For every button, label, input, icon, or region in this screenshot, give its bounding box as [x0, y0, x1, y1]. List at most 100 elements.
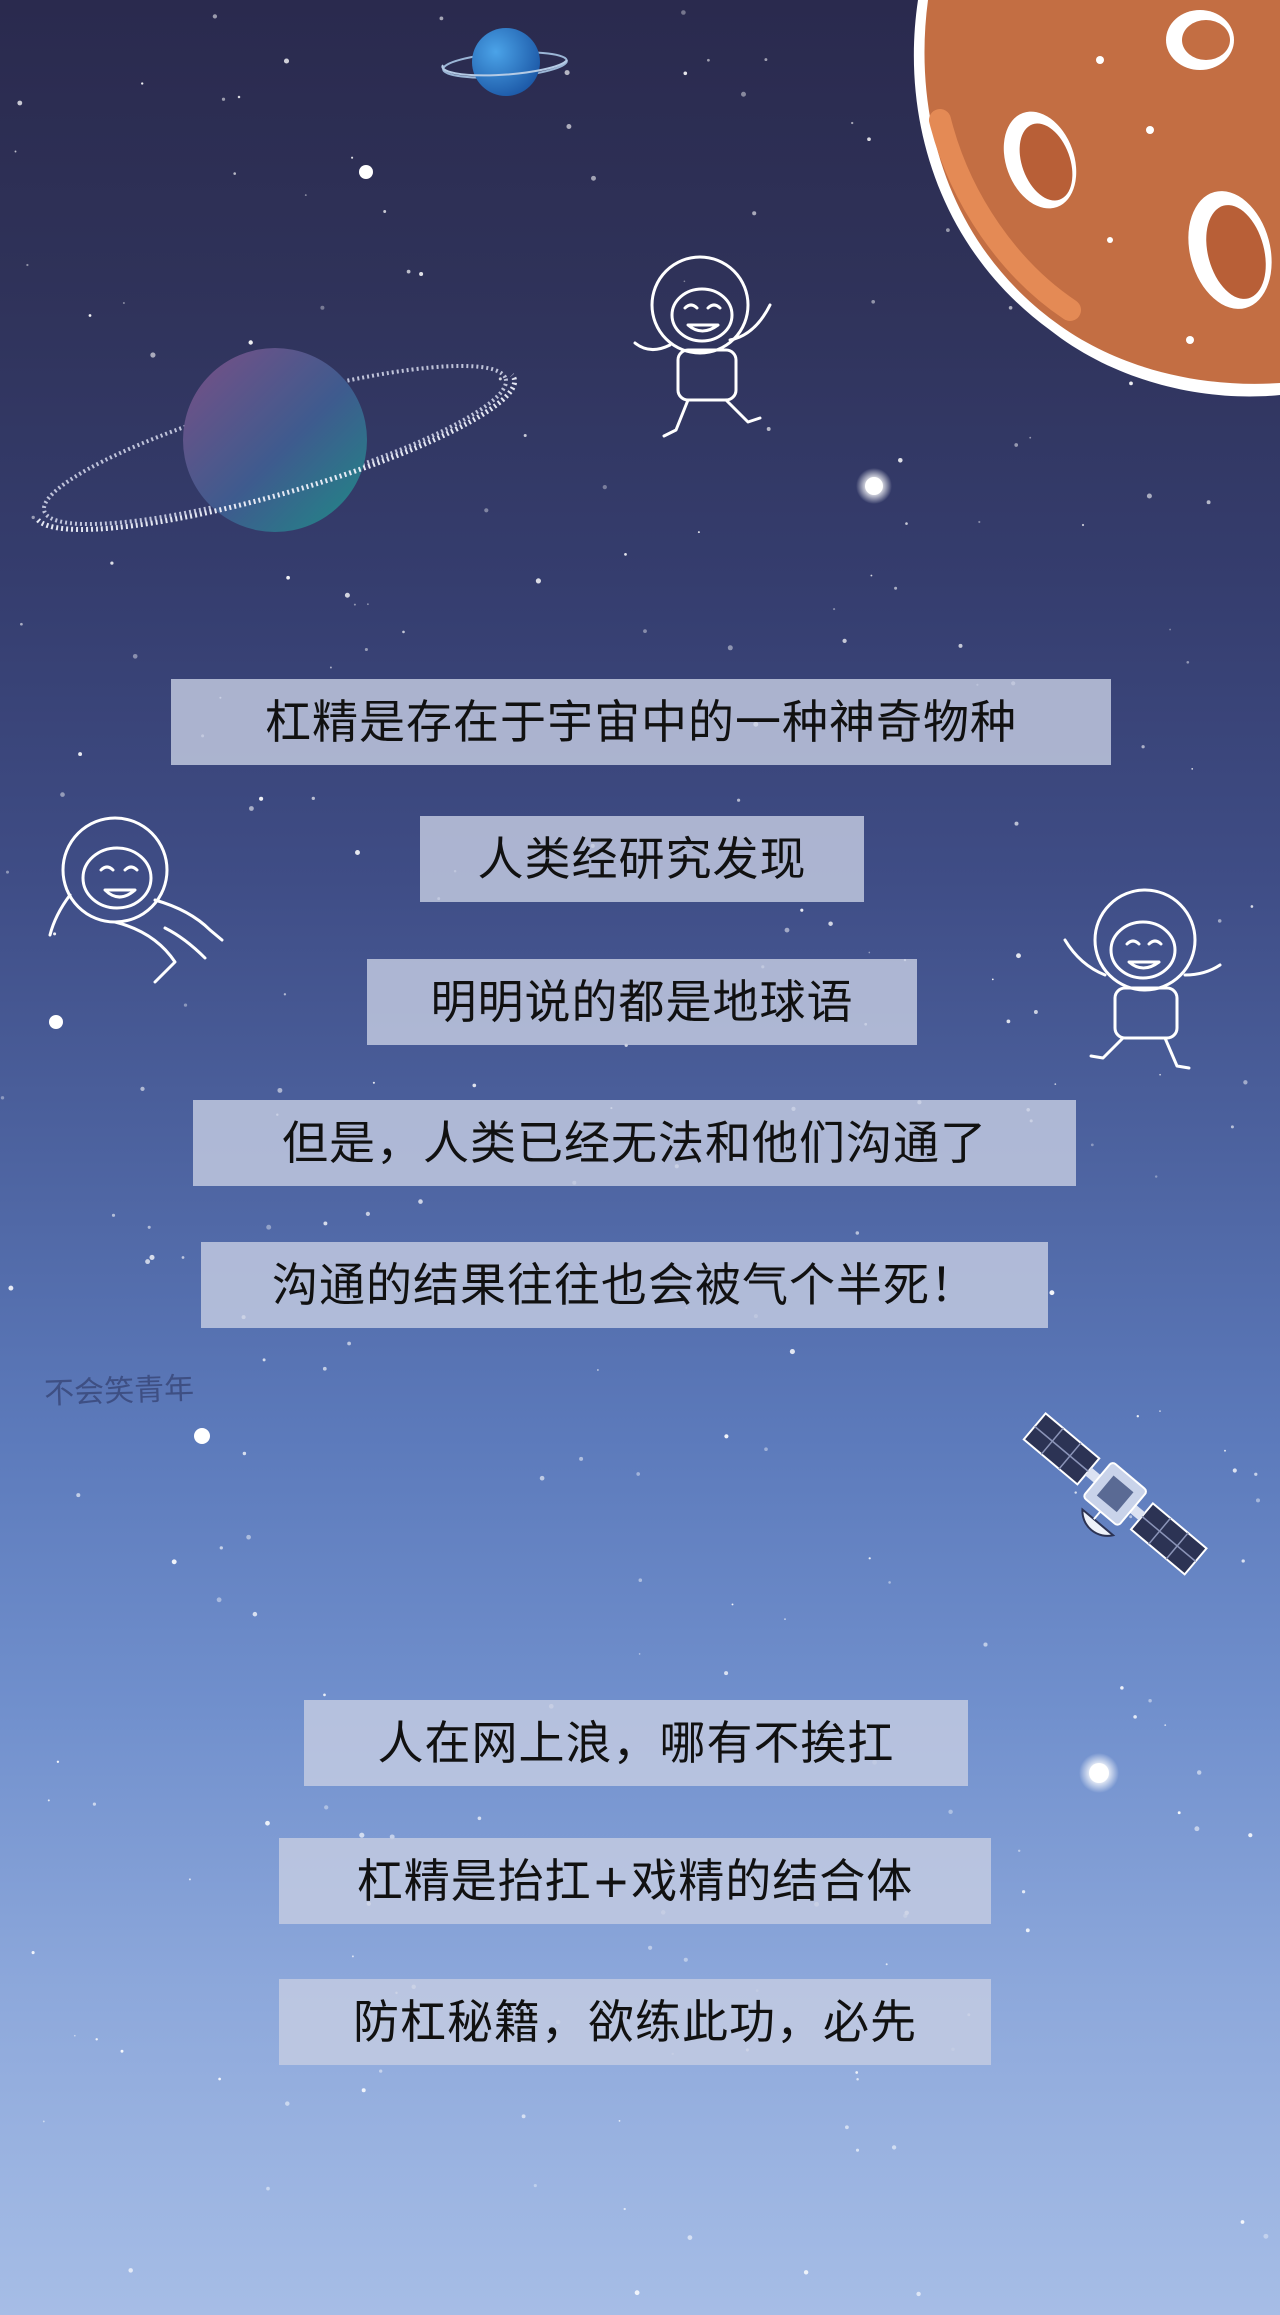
- star-dot: [1254, 1472, 1258, 1476]
- star-dot: [122, 301, 125, 305]
- star-dot: [737, 798, 741, 802]
- star-dot: [266, 1224, 272, 1230]
- star-dot: [624, 553, 627, 556]
- star-dot: [246, 1534, 251, 1540]
- star-dot: [1169, 628, 1172, 631]
- star-dot: [643, 629, 647, 633]
- star-dot: [262, 1358, 266, 1362]
- star-dot: [1248, 1833, 1253, 1838]
- orange-planet-icon: [913, 0, 1280, 397]
- blue-planet-icon: [441, 28, 568, 96]
- star-dot: [237, 95, 241, 99]
- star-dot: [351, 1955, 354, 1958]
- caption-7: 杠精是抬扛+戏精的结合体: [279, 1838, 991, 1924]
- star-dot: [183, 1003, 188, 1007]
- star-dot: [31, 1951, 35, 1955]
- star-dot: [0, 1096, 5, 1100]
- star-dot: [636, 1472, 641, 1476]
- star-dot: [128, 2268, 133, 2273]
- star-dot: [379, 2069, 383, 2073]
- star-dot: [181, 1256, 185, 1259]
- star-dot: [110, 561, 114, 565]
- star-dot: [888, 1581, 891, 1584]
- star-dot: [1164, 1724, 1167, 1726]
- star-dot: [784, 927, 790, 933]
- star-dot: [265, 1820, 270, 1826]
- star-dot: [372, 1081, 375, 1084]
- star-dot: [683, 71, 688, 76]
- caption-1: 杠精是存在于宇宙中的一种神奇物种: [171, 679, 1111, 765]
- star-dot: [681, 10, 686, 15]
- star-dot: [521, 2114, 526, 2119]
- star-dot: [623, 2207, 626, 2211]
- star-dot: [867, 137, 871, 142]
- star-dot: [320, 305, 325, 310]
- star-dot: [171, 1559, 177, 1565]
- star-dot: [870, 574, 873, 577]
- star-dot: [323, 1221, 328, 1226]
- star-dot: [1263, 2233, 1269, 2239]
- caption-2: 人类经研究发现: [420, 816, 864, 902]
- star-dot: [472, 1083, 477, 1088]
- star-dot: [533, 2184, 537, 2188]
- star-dot: [111, 1213, 116, 1217]
- star-dot: [359, 1832, 365, 1838]
- star-dot: [535, 578, 541, 584]
- star-dot: [6, 870, 9, 874]
- star-dot: [324, 1805, 329, 1810]
- star-dot: [1250, 905, 1254, 908]
- star-dot: [1025, 1928, 1030, 1933]
- star-dot: [149, 1254, 155, 1260]
- star-dot: [591, 175, 596, 181]
- star-dot: [402, 630, 405, 634]
- satellite-icon: [1022, 1411, 1208, 1576]
- star-dot: [618, 2120, 621, 2122]
- star-dot: [1016, 953, 1021, 959]
- star-dot: [885, 1963, 888, 1966]
- star-dot: [855, 2071, 859, 2074]
- star-dot: [727, 645, 733, 651]
- astronaut-icon: [1063, 888, 1222, 1070]
- star-dot: [697, 531, 700, 534]
- star-dot: [42, 2120, 45, 2123]
- star-dot: [219, 1546, 223, 1550]
- star-dot: [323, 1693, 326, 1697]
- star-dot: [419, 271, 424, 277]
- star-dot: [1177, 1811, 1181, 1815]
- star-dot: [216, 1597, 222, 1603]
- star-dot: [56, 1760, 60, 1763]
- watermark: 不会笑青年: [43, 1371, 195, 1412]
- star-dot: [311, 796, 315, 801]
- star-dot: [351, 156, 354, 159]
- star-dot: [347, 1341, 351, 1346]
- star-dot: [14, 150, 17, 153]
- star-dot: [1133, 1715, 1137, 1719]
- star-dot: [1017, 1849, 1021, 1853]
- star-dot: [845, 2125, 849, 2130]
- star-dot: [140, 1086, 145, 1092]
- star-dot: [1243, 1080, 1248, 1085]
- star-dot: [784, 1618, 786, 1620]
- star-dot: [898, 458, 903, 463]
- star-dot: [76, 1493, 81, 1498]
- star-dot: [1029, 436, 1032, 439]
- star-dot: [789, 1349, 795, 1355]
- caption-3: 明明说的都是地球语: [367, 959, 917, 1045]
- star-dot: [1241, 1559, 1245, 1563]
- star-dot: [1186, 660, 1190, 664]
- star-dot: [1148, 1698, 1152, 1703]
- star-dot: [1206, 500, 1211, 505]
- star-dot: [233, 172, 236, 175]
- star-dot: [978, 520, 981, 524]
- star-dot: [266, 2186, 270, 2191]
- star-dot: [1006, 1019, 1011, 1024]
- star-dot: [566, 124, 572, 129]
- star-dot: [1194, 1826, 1200, 1832]
- star-dot: [579, 1456, 584, 1461]
- star-dot: [1255, 1498, 1261, 1503]
- star-dot: [891, 2145, 897, 2150]
- star-dot: [539, 1475, 545, 1481]
- star-dot: [523, 433, 527, 438]
- astronaut-icon: [48, 816, 224, 984]
- star-dot: [683, 1957, 688, 1962]
